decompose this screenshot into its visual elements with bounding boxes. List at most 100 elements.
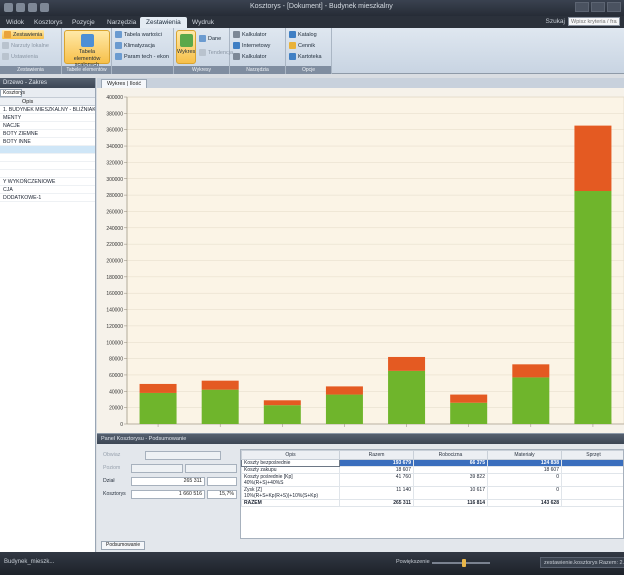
- column-header-robocizna[interactable]: Robocizna: [413, 450, 488, 460]
- maximize-button[interactable]: [591, 2, 605, 12]
- kalkulator2-button[interactable]: Kalkulator: [233, 52, 266, 61]
- document-tab-bar: Wykres | Ilość: [97, 78, 624, 88]
- column-header-materialy[interactable]: Materiały: [487, 450, 562, 460]
- summary-grid: Opis Razem Robocizna Materiały Sprzęt Ko…: [240, 449, 624, 539]
- status-file: Budynek_mieszk...: [4, 559, 55, 565]
- klimatyzacja-button[interactable]: Klimatyzacja: [115, 41, 155, 50]
- tree-item[interactable]: MENTY: [0, 114, 95, 122]
- ribbon: Zestawienia Narzuty lokalne Ustawienia Z…: [0, 28, 624, 74]
- tab-narzedzia[interactable]: Narzędzia: [101, 17, 142, 28]
- table-cell: 265 311: [339, 499, 414, 507]
- dane-button[interactable]: Dane: [199, 34, 221, 43]
- table-cell: [561, 459, 623, 467]
- trend-icon: [199, 49, 206, 56]
- wykres-button[interactable]: Wykres: [176, 30, 196, 64]
- tree-item[interactable]: CJA: [0, 186, 95, 194]
- ribbon-group-narzedzia: Kalkulator Internetowy Kalkulator Narzęd…: [230, 28, 286, 74]
- zoom-slider[interactable]: [432, 559, 490, 567]
- ribbon-tabs: Widok Kosztorys Pozycje Narzędzia Zestaw…: [0, 16, 624, 28]
- kartoteka-button[interactable]: Kartoteka: [289, 52, 322, 61]
- y-tick-label: 360000: [106, 128, 123, 134]
- tab-pozycje[interactable]: Pozycje: [66, 17, 101, 28]
- kalkulator-button[interactable]: Kalkulator: [233, 30, 266, 39]
- tab-widok[interactable]: Widok: [0, 17, 30, 28]
- tree-item[interactable]: [0, 162, 95, 170]
- undo-icon[interactable]: [28, 3, 37, 12]
- table-cell: 0: [487, 473, 562, 487]
- table-row[interactable]: Koszty bezpośrednie 193 679 66 375 124 838: [241, 459, 623, 467]
- table-cell: 66 375: [413, 459, 488, 467]
- y-tick-label: 220000: [106, 242, 123, 248]
- table-cell: [561, 473, 623, 487]
- taskbar-item[interactable]: zestawienie.kosztorys Razem: 2...: [540, 557, 624, 568]
- bar-segment-orange: [139, 383, 177, 393]
- obwiaz-field[interactable]: [145, 451, 221, 460]
- table-row[interactable]: Koszty pośrednie [Kp] 40%(R+S)+40%S 41 760…: [241, 473, 623, 487]
- zoom-label: Powiększenie: [396, 559, 430, 565]
- table-row[interactable]: RAZEM 265 311 116 814 143 628: [241, 499, 623, 507]
- summary-panel-header: Panel Kosztorysu - Podsumowanie: [97, 434, 624, 444]
- tab-podsumowanie[interactable]: Podsumowanie: [101, 541, 146, 550]
- column-header-sprzet[interactable]: Sprzęt: [561, 450, 623, 460]
- settings-icon: [2, 53, 9, 60]
- tree-item[interactable]: [0, 170, 95, 178]
- table-row[interactable]: Koszty zakupu 18 607 18 607: [241, 466, 623, 474]
- poziom-field-2[interactable]: [185, 464, 237, 473]
- poziom-field[interactable]: [131, 464, 183, 473]
- tab-wykres[interactable]: Wykres | Ilość: [101, 79, 148, 88]
- ribbon-group-wykresy: Wykres Dane Tendencja Wykresy: [174, 28, 233, 74]
- tree-item[interactable]: 1. BUDYNEK MIESZKALNY - BLIŹNIAK: [0, 106, 95, 114]
- group-label: [112, 66, 173, 74]
- tree-view-dropdown[interactable]: Kosztorys: [0, 89, 25, 97]
- column-header-opis[interactable]: Opis: [241, 450, 340, 460]
- y-tick-label: 80000: [109, 357, 123, 363]
- bar-segment-green: [325, 394, 363, 424]
- bar-segment-orange: [512, 364, 550, 378]
- group-label: Zestawienia: [0, 66, 61, 74]
- tree-item[interactable]: NACJE: [0, 122, 95, 130]
- tab-zestawienia[interactable]: Zestawienia: [140, 17, 187, 28]
- y-tick-label: 320000: [106, 160, 123, 166]
- table-cell: [561, 486, 623, 500]
- table-cell: 193 679: [339, 459, 414, 467]
- redo-icon[interactable]: [40, 3, 49, 12]
- kosztorys-label: Kosztorys: [103, 491, 126, 497]
- table-icon: [80, 34, 94, 47]
- search-input[interactable]: [568, 17, 620, 26]
- tabela-elementow-button[interactable]: Tabela elementów scalonych: [64, 30, 110, 68]
- tree-item[interactable]: DODATKOWE-1: [0, 194, 95, 202]
- tree-item[interactable]: [0, 154, 95, 162]
- ustawienia-button[interactable]: Ustawienia: [2, 52, 38, 61]
- katalog-button[interactable]: Katalog: [289, 30, 317, 39]
- tree-item[interactable]: BOTY INNE: [0, 138, 95, 146]
- group-label: Wykresy: [174, 66, 229, 74]
- list-icon: [4, 31, 11, 38]
- obwiaz-row: Obwiaz: [101, 451, 239, 460]
- cennik-button[interactable]: Cennik: [289, 41, 315, 50]
- y-tick-label: 160000: [106, 291, 123, 297]
- save-icon[interactable]: [16, 3, 25, 12]
- minimize-button[interactable]: [575, 2, 589, 12]
- app-menu-icon[interactable]: [4, 3, 13, 12]
- tree-item[interactable]: [0, 146, 95, 154]
- row-description-line: Koszty zakupu: [244, 467, 277, 473]
- bar-segment-green: [512, 377, 550, 424]
- internetowy-button[interactable]: Internetowy: [233, 41, 270, 50]
- close-button[interactable]: [607, 2, 621, 12]
- tab-kosztorys[interactable]: Kosztorys: [28, 17, 69, 28]
- zoom-slider-thumb[interactable]: [461, 559, 466, 567]
- tree-item[interactable]: Y WYKOŃCZENIOWE: [0, 178, 95, 186]
- tab-wydruk[interactable]: Wydruk: [186, 17, 220, 28]
- tree-column-header[interactable]: Opis: [0, 98, 95, 106]
- tree-item[interactable]: BOTY ZIEMNE: [0, 130, 95, 138]
- table-row[interactable]: Zysk [Z] 10%(R+S+Kp(R+S))+10%(S+Kp) 11 140…: [241, 486, 623, 500]
- zestawienia-button[interactable]: Zestawienia: [2, 30, 45, 39]
- column-header-razem[interactable]: Razem: [339, 450, 414, 460]
- narzuty-button[interactable]: Narzuty lokalne: [2, 41, 49, 50]
- kosztorys-value: 1 660 516: [131, 490, 205, 499]
- poziom-row: Poziom: [101, 464, 239, 473]
- tabela-wartosci-button[interactable]: Tabela wartości: [115, 30, 162, 39]
- bar-segment-orange: [388, 356, 426, 371]
- param-tech-button[interactable]: Param tech - ekon: [115, 52, 169, 61]
- tendencja-button[interactable]: Tendencja: [199, 48, 233, 57]
